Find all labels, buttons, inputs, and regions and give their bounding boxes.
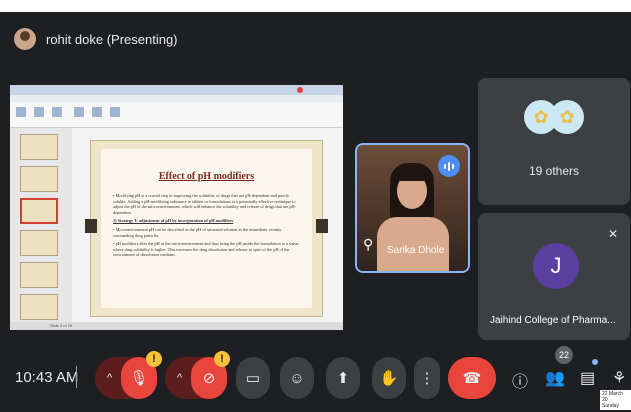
presenter-name: rohit doke (Presenting)	[46, 31, 178, 47]
participant-avatar-icon: ✿	[550, 100, 584, 134]
ppt-ribbon	[10, 102, 343, 128]
slide-paragraph: 1) Strategy 1: adjustment of pH by incor…	[113, 218, 234, 224]
presenter-avatar	[14, 28, 36, 50]
divider	[76, 366, 77, 388]
warning-icon: !	[214, 351, 230, 367]
mic-off-icon: 🎙	[129, 370, 149, 387]
slide-title: Effect of pH modifiers	[158, 171, 255, 182]
chevron-up-icon[interactable]: ^	[107, 372, 112, 384]
chevron-up-icon[interactable]: ^	[177, 372, 182, 384]
captions-icon: ▭	[245, 370, 261, 387]
ppt-titlebar	[10, 85, 343, 95]
slide-thumbnail[interactable]	[20, 166, 58, 192]
slide-status: Slide 3 of 20	[50, 323, 73, 328]
camera-off-icon: ⊘	[202, 370, 216, 387]
emoji-button[interactable]: ☺	[280, 357, 314, 399]
notification-dot	[592, 359, 598, 365]
mic-off-icon: ✕	[607, 227, 618, 241]
top-strip	[0, 0, 631, 12]
participant-tile-sarika[interactable]: ⚲ Sarika Dhole	[355, 143, 470, 273]
ribbon-icon	[92, 107, 102, 117]
slide-text: • Modifying pH is a crucial step in impr…	[113, 193, 300, 261]
warning-icon: !	[146, 351, 162, 367]
people-count-badge: 22	[555, 346, 573, 364]
chat-icon[interactable]: ▤	[580, 368, 595, 388]
emoji-icon: ☺	[289, 369, 305, 387]
record-icon	[297, 87, 303, 93]
ppt-statusbar: Slide 3 of 20	[10, 322, 343, 330]
more-options-button[interactable]: ⋮	[414, 357, 440, 399]
participant-name: Jaihind College of Pharma...	[490, 315, 616, 326]
slide-thumbnail[interactable]	[20, 294, 58, 320]
day-text: Sunday	[602, 403, 619, 409]
raise-hand-button[interactable]: ✋	[372, 357, 406, 399]
slide-paragraph: • Microenvironment pH can be described a…	[113, 226, 282, 238]
ribbon-icon	[34, 107, 44, 117]
slide-thumbnail[interactable]	[20, 262, 58, 288]
slide-thumbnail[interactable]	[20, 134, 58, 160]
taskbar-date: 22 March 20 Sunday	[600, 390, 631, 410]
slide-thumbnails	[10, 128, 72, 322]
participant-tile-jaihind[interactable]: ✕ J Jaihind College of Pharma...	[478, 213, 630, 340]
info-icon[interactable]: ⓘ	[512, 368, 528, 392]
more-vert-icon: ⋮	[419, 370, 435, 387]
ribbon-icon	[52, 107, 62, 117]
speaking-indicator-icon	[438, 155, 460, 177]
present-button[interactable]: ⬆	[326, 357, 360, 399]
slide-paragraph: • pH modifiers alter the pH in the micro…	[113, 241, 299, 258]
ribbon-icon	[74, 107, 84, 117]
date-text: 22 March 20	[602, 391, 623, 403]
slide-paragraph: • Modifying pH is a crucial step in impr…	[113, 193, 297, 215]
ribbon-icon	[16, 107, 26, 117]
present-icon: ⬆	[336, 370, 350, 387]
avatar: J	[533, 243, 579, 289]
slide-thumbnail-selected[interactable]	[20, 198, 58, 224]
shared-screen[interactable]: Effect of pH modifiers • Modifying pH is…	[10, 85, 343, 330]
activities-icon[interactable]: ⚘	[612, 368, 626, 388]
slide-thumbnail[interactable]	[20, 230, 58, 256]
slide-tab-left	[85, 219, 97, 233]
ppt-menu	[10, 95, 343, 102]
people-icon[interactable]: 👥	[545, 368, 565, 388]
presenter-header: rohit doke (Presenting)	[14, 28, 178, 50]
captions-button[interactable]: ▭	[236, 357, 270, 399]
current-slide: Effect of pH modifiers • Modifying pH is…	[85, 140, 328, 317]
participant-tile-others[interactable]: ✿ ✿ 19 others	[478, 78, 630, 205]
slide-tab-right	[316, 219, 328, 233]
hand-icon: ✋	[379, 370, 399, 387]
leave-call-button[interactable]: ☎	[448, 357, 496, 399]
participant-name: Sarika Dhole	[387, 245, 445, 256]
others-label: 19 others	[528, 164, 580, 178]
pin-icon[interactable]: ⚲	[363, 236, 373, 253]
clock: 10:43 AM	[15, 369, 79, 386]
ribbon-icon	[110, 107, 120, 117]
hang-up-icon: ☎	[462, 370, 482, 387]
